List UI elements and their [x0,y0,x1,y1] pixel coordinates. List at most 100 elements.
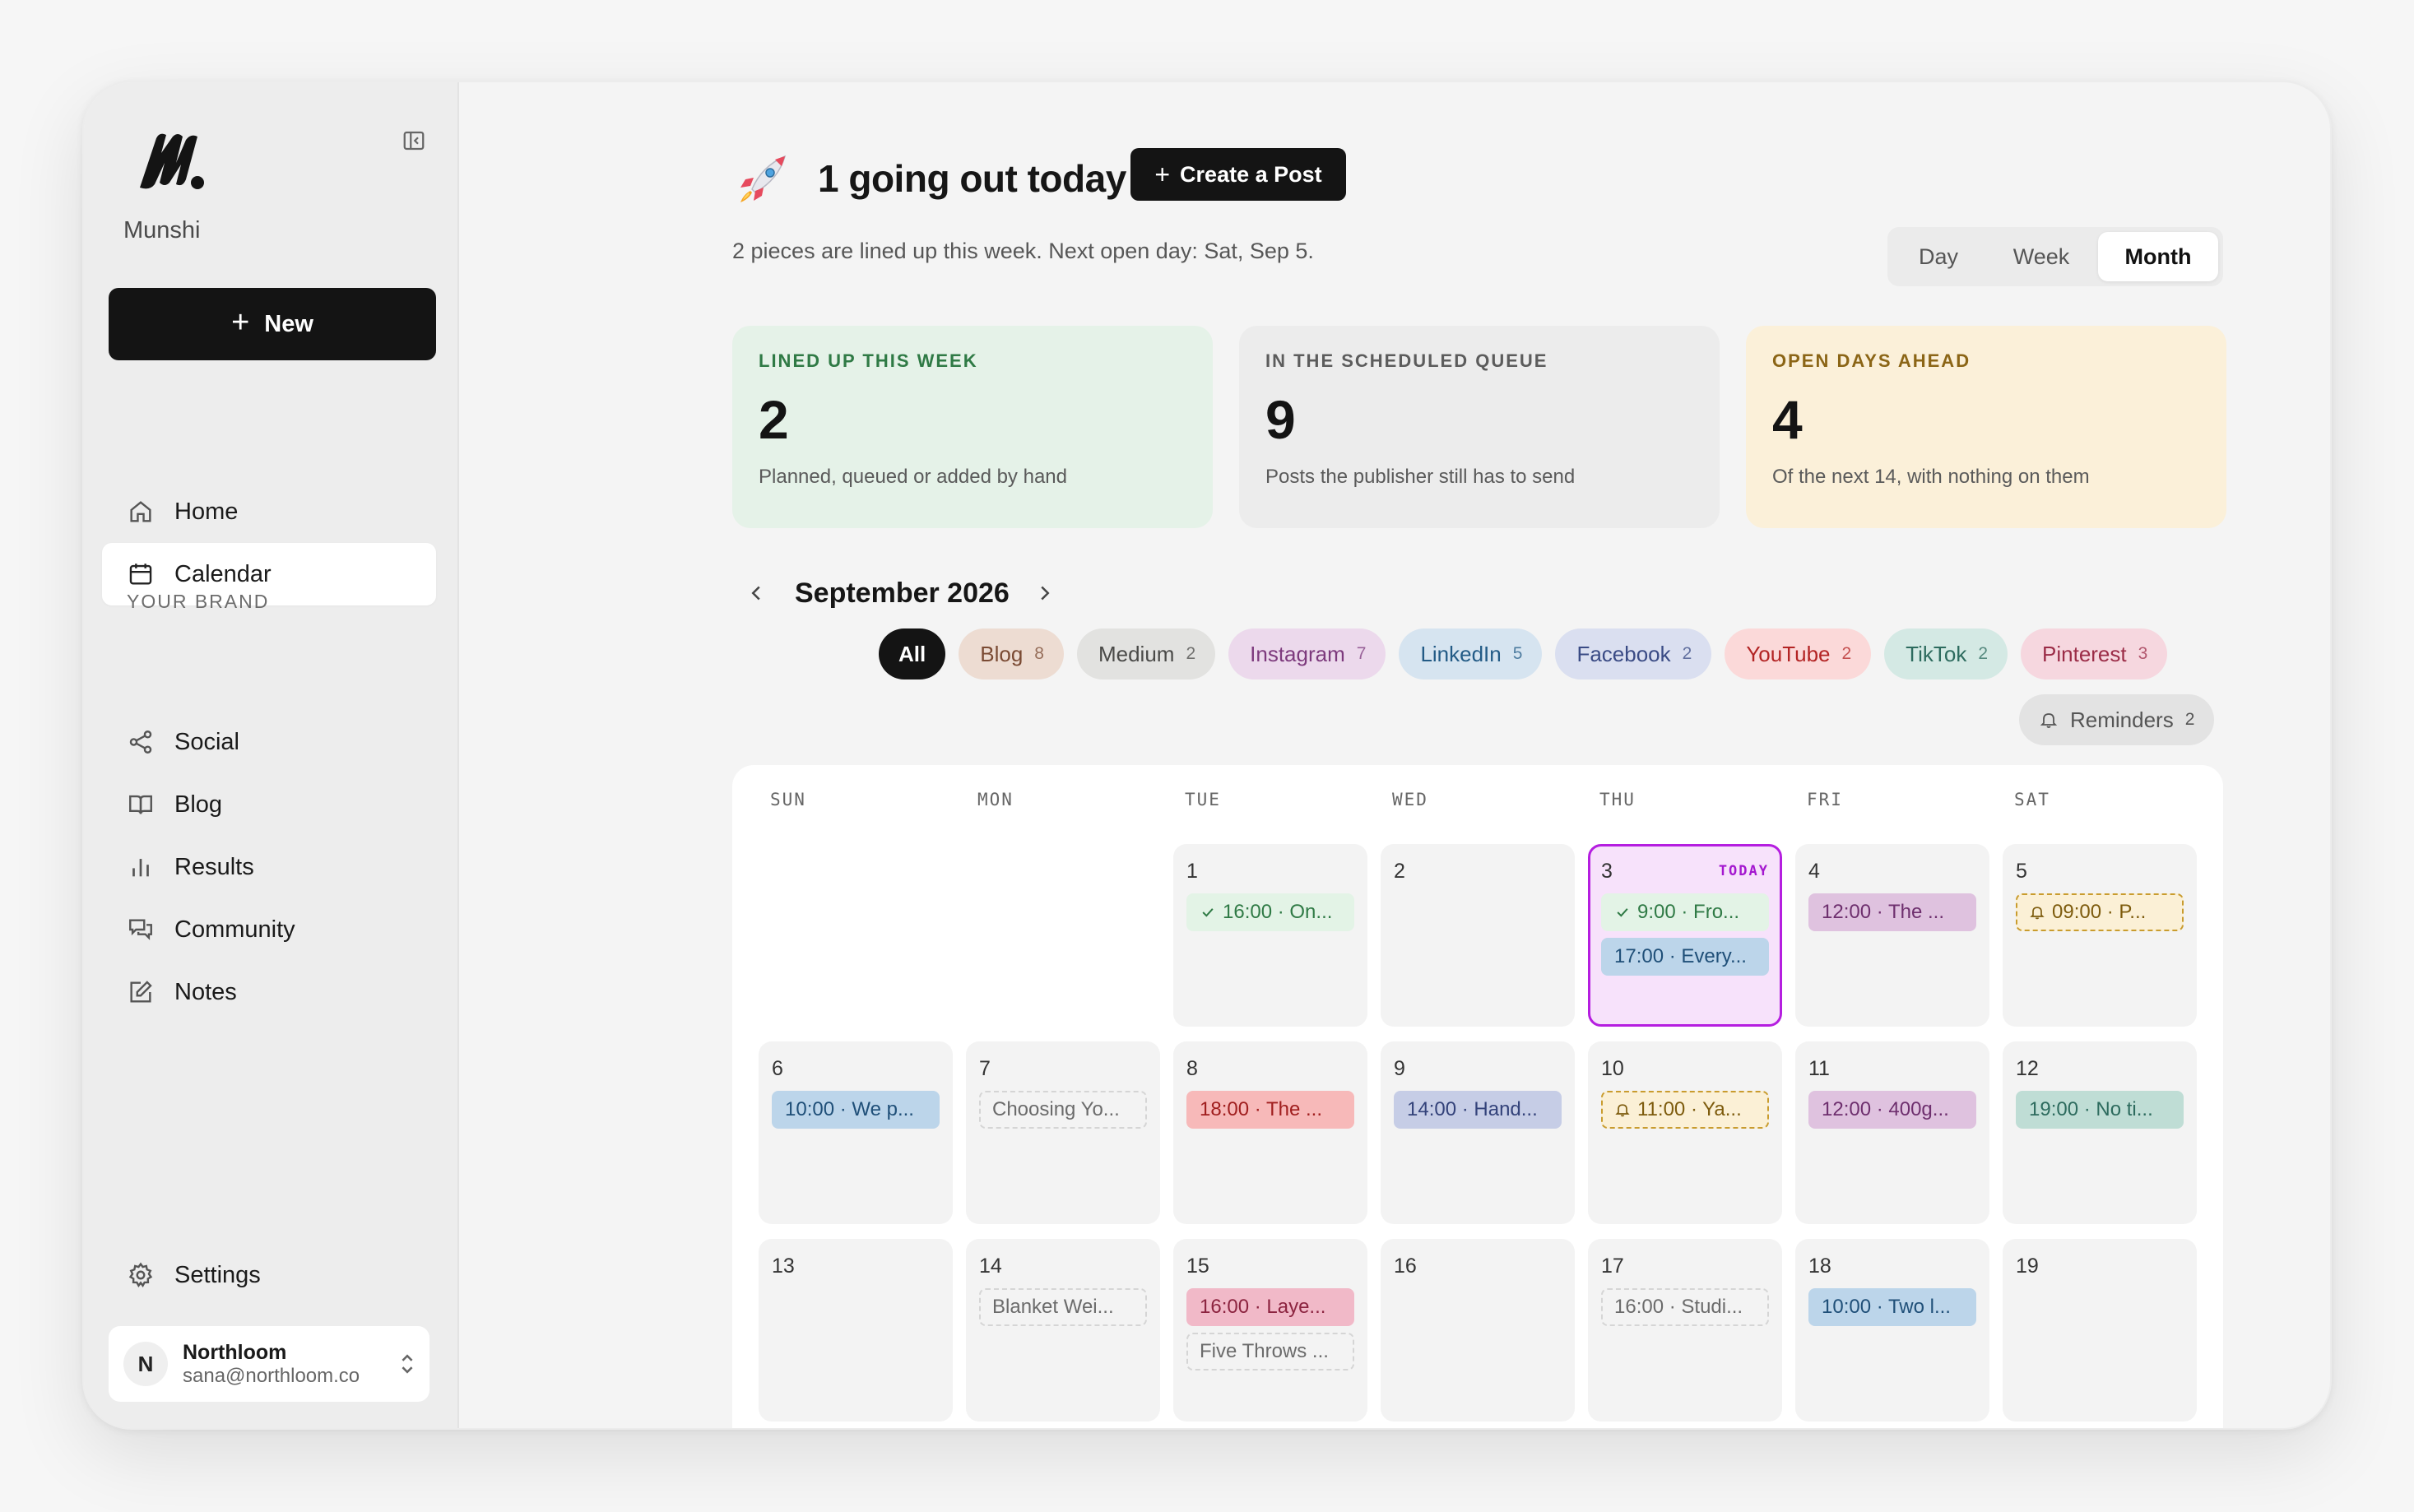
sidebar-item-label: Calendar [174,560,272,587]
bell-icon [2040,713,2058,728]
scheduled-event[interactable]: 17:00 · Every... [1601,938,1769,976]
app-window: Munshi + New Home Calendar YOUR BRAND So… [82,81,2332,1430]
day-cell-16[interactable]: 16 [1381,1239,1575,1422]
day-cell-13[interactable]: 13 [759,1239,953,1422]
stat-value: 9 [1265,389,1296,450]
plus-icon: + [231,305,250,340]
chevron-left-icon[interactable] [744,581,768,605]
sidebar-item-community[interactable]: Community [102,898,436,961]
view-toggle: Day Week Month [1887,227,2223,286]
day-cell-1[interactable]: 1 16:00 · On... [1173,844,1367,1027]
day-number: 10 [1601,1056,1624,1080]
scheduled-event[interactable]: 10:00 · We p... [772,1091,940,1129]
filter-chip-instagram[interactable]: Instagram 7 [1228,628,1386,679]
new-button[interactable]: + New [109,288,436,360]
account-email: sana@northloom.co [183,1364,360,1387]
stat-label: LINED UP THIS WEEK [759,350,978,371]
filter-chip-all[interactable]: All [879,628,946,679]
filter-chip-medium[interactable]: Medium 2 [1076,628,1216,679]
reminder-event[interactable]: 11:00 · Ya... [1601,1091,1769,1129]
today-badge: TODAY [1718,863,1769,879]
scheduled-event[interactable]: 18:00 · The ... [1186,1091,1354,1129]
event-label: 12:00 · 400g... [1822,1098,1949,1120]
day-cell-8[interactable]: 8 18:00 · The ... [1173,1041,1367,1224]
filter-chip-count: 2 [1682,644,1692,663]
day-cell-5[interactable]: 5 09:00 · P... [2003,844,2197,1027]
day-cell-2[interactable]: 2 [1381,844,1575,1027]
view-week-button[interactable]: Week [1985,232,2098,281]
create-post-button[interactable]: + Create a Post [1130,148,1346,201]
scheduled-event[interactable]: 10:00 · Two l... [1808,1288,1976,1326]
sidebar-item-home[interactable]: Home [102,480,436,543]
day-cell-17[interactable]: 17 16:00 · Studi... [1588,1239,1782,1422]
sidebar-item-results[interactable]: Results [102,836,436,898]
scheduled-event[interactable]: 16:00 · Laye... [1186,1288,1354,1326]
filter-chip-tiktok[interactable]: TikTok 2 [1884,628,2008,679]
draft-event[interactable]: Five Throws ... [1186,1333,1354,1371]
sidebar-item-social[interactable]: Social [102,711,436,773]
event-label: Five Throws ... [1200,1340,1329,1362]
main-content: 1 going out today + Create a Post 2 piec… [459,82,2330,1428]
day-cell-10[interactable]: 10 11:00 · Ya... [1588,1041,1782,1224]
draft-event[interactable]: 16:00 · Studi... [1601,1288,1769,1326]
chevron-updown-icon [402,1354,413,1374]
day-cell-6[interactable]: 6 10:00 · We p... [759,1041,953,1224]
event-label: 16:00 · Studi... [1614,1296,1743,1318]
day-number: 11 [1808,1056,1830,1080]
day-cell-3[interactable]: 3 TODAY 9:00 · Fro... 17:00 · Every... [1588,844,1782,1027]
filter-chip-blog[interactable]: Blog 8 [959,628,1064,679]
published-event[interactable]: 16:00 · On... [1186,893,1354,931]
stat-card-open-days: OPEN DAYS AHEAD 4 Of the next 14, with n… [1746,326,2226,528]
home-icon [130,501,151,522]
stat-value: 4 [1772,389,1803,450]
filter-chip-youtube[interactable]: YouTube 2 [1725,628,1872,679]
filter-chip-label: YouTube [1746,641,1831,666]
view-month-button[interactable]: Month [2098,232,2218,281]
day-cell-7[interactable]: 7 Choosing Yo... [966,1041,1160,1224]
day-cell-4[interactable]: 4 12:00 · The ... [1795,844,1989,1027]
chevron-right-icon[interactable] [1033,581,1057,605]
bell-icon [1614,1102,1631,1118]
reminder-event[interactable]: 09:00 · P... [2016,893,2184,931]
week-summary: 2 pieces are lined up this week. Next op… [732,239,1314,263]
day-cell-9[interactable]: 9 14:00 · Hand... [1381,1041,1575,1224]
stat-label: IN THE SCHEDULED QUEUE [1265,350,1548,371]
filter-chip-label: LinkedIn [1420,641,1502,666]
weekday-header-thu: THU [1599,790,1636,809]
published-event[interactable]: 9:00 · Fro... [1601,893,1769,931]
filter-chip-facebook[interactable]: Facebook 2 [1555,628,1712,679]
account-switcher[interactable]: N Northloom sana@northloom.co [109,1326,429,1402]
day-cell-18[interactable]: 18 10:00 · Two l... [1795,1239,1989,1422]
day-cell-15[interactable]: 15 16:00 · Laye... Five Throws ... [1173,1239,1367,1422]
sidebar-item-notes[interactable]: Notes [102,961,436,1023]
day-number: 2 [1394,859,1405,883]
draft-event[interactable]: Blanket Wei... [979,1288,1147,1326]
month-calendar: SUN MON TUE WED THU FRI SAT 1 16:00 · On... 2 3 TOD… [732,765,2223,1428]
weekday-header-mon: MON [977,790,1014,809]
sidebar-item-label: Social [174,728,239,755]
collapse-sidebar-icon[interactable] [400,127,428,155]
stat-value: 2 [759,389,789,450]
day-cell-12[interactable]: 12 19:00 · No ti... [2003,1041,2197,1224]
sidebar-item-settings[interactable]: Settings [102,1244,436,1306]
day-number: 9 [1394,1056,1405,1080]
day-cell-14[interactable]: 14 Blanket Wei... [966,1239,1160,1422]
sidebar-item-blog[interactable]: Blog [102,773,436,836]
scheduled-event[interactable]: 12:00 · 400g... [1808,1091,1976,1129]
filter-chip-linkedin[interactable]: LinkedIn 5 [1399,628,1543,679]
scheduled-event[interactable]: 12:00 · The ... [1808,893,1976,931]
filter-chip-count: 2 [1186,644,1196,663]
scheduled-event[interactable]: 19:00 · No ti... [2016,1091,2184,1129]
scheduled-event[interactable]: 14:00 · Hand... [1394,1091,1562,1129]
weekday-header-wed: WED [1392,790,1428,809]
day-cell-19[interactable]: 19 [2003,1239,2197,1422]
event-label: 12:00 · The ... [1822,901,1944,923]
reminders-filter[interactable]: Reminders 2 [2019,694,2215,745]
day-number: 12 [2016,1056,2039,1080]
check-icon [1200,904,1216,921]
view-day-button[interactable]: Day [1892,232,1985,281]
filter-chip-pinterest[interactable]: Pinterest 3 [2021,628,2168,679]
day-cell-11[interactable]: 11 12:00 · 400g... [1795,1041,1989,1224]
munshi-logo[interactable] [135,130,209,192]
draft-event[interactable]: Choosing Yo... [979,1091,1147,1129]
